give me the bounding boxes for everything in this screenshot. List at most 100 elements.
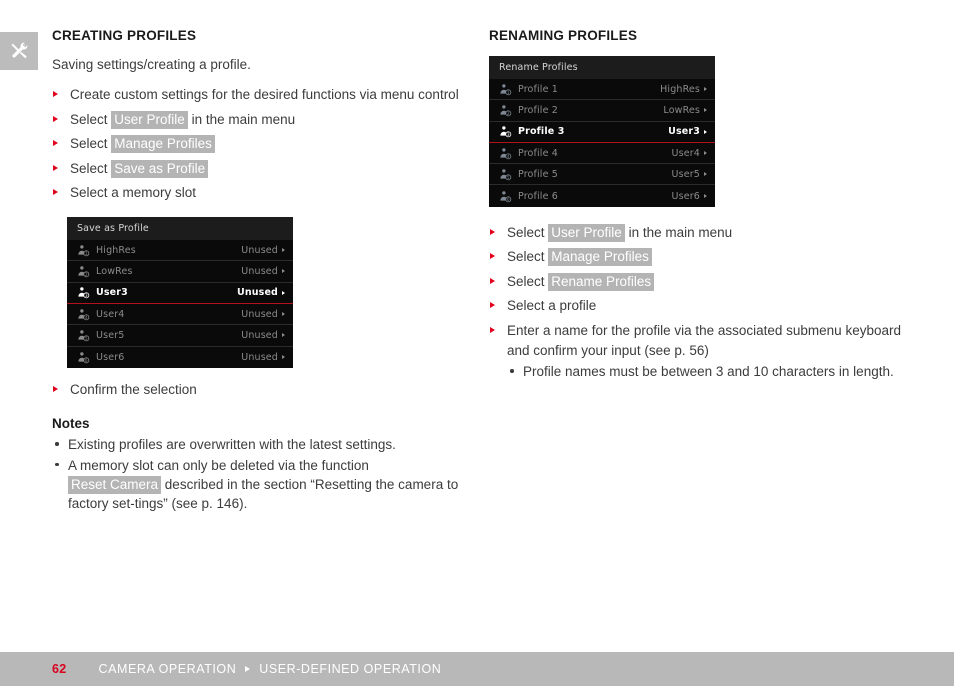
- user-profile-3-icon: 3: [499, 125, 512, 138]
- profile-row-selected[interactable]: 3 Profile 3 User3: [489, 122, 715, 143]
- profile-value: User4: [671, 147, 700, 159]
- screen-header: Save as Profile: [67, 217, 293, 241]
- chevron-right-icon: [282, 290, 285, 295]
- user-profile-5-icon: 5: [77, 329, 90, 342]
- screen-row-list: 1 HighRes Unused 2 LowRes Unused 3 User3: [67, 240, 293, 368]
- bullet-dot-icon: [510, 369, 514, 373]
- chevron-right-icon: [704, 194, 707, 199]
- user-profile-5-icon: 5: [499, 168, 512, 181]
- profile-label: Profile 5: [518, 168, 558, 180]
- svg-text:6: 6: [507, 197, 510, 202]
- page-footer: 62 CAMERA OPERATION USER-DEFINED OPERATI…: [0, 652, 954, 686]
- step-text: Select: [507, 224, 549, 240]
- profile-value: LowRes: [663, 104, 700, 116]
- slot-label: HighRes: [96, 244, 136, 256]
- bullet-dot-icon: [55, 442, 59, 446]
- svg-text:2: 2: [85, 272, 88, 277]
- chevron-right-icon: [704, 129, 707, 134]
- user-profile-6-icon: 6: [77, 351, 90, 364]
- note-text: Existing profiles are overwritten with t…: [68, 437, 396, 453]
- page-title-creating-profiles: CREATING PROFILES: [52, 28, 197, 43]
- confirm-step-list: Confirm the selection: [52, 380, 464, 400]
- svg-text:5: 5: [85, 336, 88, 341]
- profile-slot-row[interactable]: 2 LowRes Unused: [67, 261, 293, 283]
- left-column: CREATING PROFILES Saving settings/creati…: [52, 28, 464, 514]
- user-profile-4-icon: 4: [77, 308, 90, 321]
- chevron-right-icon: [704, 172, 707, 177]
- profile-row[interactable]: 6 Profile 6 User6: [489, 185, 715, 206]
- menu-chip-save-as-profile[interactable]: Save as Profile: [111, 159, 209, 178]
- notes-heading: Notes: [52, 416, 90, 432]
- user-profile-1-icon: 1: [499, 83, 512, 96]
- bullet-triangle-icon: [490, 302, 495, 309]
- svg-text:2: 2: [507, 111, 510, 116]
- profile-slot-row[interactable]: 5 User5 Unused: [67, 325, 293, 347]
- chevron-right-icon: [282, 355, 285, 360]
- creating-profiles-lead: Saving settings/creating a profile.: [52, 57, 251, 72]
- profile-slot-row-selected[interactable]: 3 User3 Unused: [67, 283, 293, 304]
- slot-value: Unused: [241, 265, 278, 277]
- chevron-right-icon: [282, 312, 285, 317]
- renaming-profiles-steps: Select User Profile in the main menu Sel…: [489, 223, 901, 382]
- menu-chip-rename-profiles[interactable]: Rename Profiles: [548, 272, 655, 291]
- svg-text:3: 3: [85, 293, 88, 298]
- profile-label: Profile 4: [518, 147, 558, 159]
- slot-label: User5: [96, 329, 125, 341]
- profile-row[interactable]: 5 Profile 5 User5: [489, 164, 715, 186]
- menu-chip-reset-camera[interactable]: Reset Camera: [68, 475, 162, 494]
- profile-label: Profile 1: [518, 83, 558, 95]
- slot-label: User4: [96, 308, 125, 320]
- right-column: RENAMING PROFILES Rename Profiles 1 Prof…: [489, 28, 901, 387]
- profile-slot-row[interactable]: 4 User4 Unused: [67, 304, 293, 326]
- slot-value: Unused: [241, 329, 278, 341]
- slot-label: User6: [96, 351, 125, 363]
- step-item: Create custom settings for the desired f…: [52, 85, 464, 105]
- slot-value: Unused: [236, 287, 278, 299]
- tools-icon: [9, 41, 29, 61]
- svg-text:1: 1: [507, 90, 510, 95]
- breadcrumb-section: USER-DEFINED OPERATION: [259, 662, 442, 676]
- svg-text:6: 6: [85, 358, 88, 363]
- chevron-right-icon: [704, 87, 707, 92]
- bullet-triangle-icon: [53, 115, 58, 122]
- step-text: Create custom settings for the desired f…: [70, 87, 459, 103]
- profile-value: User3: [668, 126, 700, 138]
- menu-chip-user-profile[interactable]: User Profile: [548, 223, 625, 242]
- profile-slot-row[interactable]: 6 User6 Unused: [67, 347, 293, 368]
- bullet-dot-icon: [55, 462, 59, 467]
- step-text: Select a memory slot: [70, 185, 197, 201]
- bullet-triangle-icon: [53, 385, 58, 392]
- user-profile-6-icon: 6: [499, 190, 512, 203]
- profile-row[interactable]: 4 Profile 4 User4: [489, 143, 715, 165]
- slot-label: User3: [96, 287, 128, 299]
- profile-slot-row[interactable]: 1 HighRes Unused: [67, 240, 293, 262]
- breadcrumb-chapter: CAMERA OPERATION: [98, 662, 237, 676]
- menu-chip-manage-profiles[interactable]: Manage Profiles: [548, 248, 652, 267]
- breadcrumb: CAMERA OPERATION USER-DEFINED OPERATION: [99, 662, 442, 676]
- chevron-right-icon: [282, 333, 285, 338]
- svg-text:1: 1: [85, 251, 88, 256]
- step-item: Select Manage Profiles: [52, 134, 464, 154]
- bullet-triangle-icon: [490, 253, 495, 260]
- chapter-tab[interactable]: [0, 32, 38, 70]
- step-item: Select User Profile in the main menu: [489, 223, 901, 243]
- step-item: Select Rename Profiles: [489, 272, 901, 292]
- step-item: Select a profile: [489, 296, 901, 316]
- profile-row[interactable]: 2 Profile 2 LowRes: [489, 100, 715, 122]
- rename-profiles-screen[interactable]: Rename Profiles 1 Profile 1 HighRes 2 Pr…: [489, 56, 715, 207]
- menu-chip-manage-profiles[interactable]: Manage Profiles: [111, 135, 215, 154]
- profile-label: Profile 2: [518, 104, 558, 116]
- profile-row[interactable]: 1 Profile 1 HighRes: [489, 79, 715, 101]
- step-text: Select: [507, 273, 549, 289]
- subnote-text: Profile names must be between 3 and 10 c…: [523, 364, 894, 380]
- menu-chip-user-profile[interactable]: User Profile: [111, 110, 188, 129]
- svg-text:5: 5: [507, 175, 510, 180]
- step-item: Confirm the selection: [52, 380, 464, 400]
- svg-text:4: 4: [85, 315, 88, 320]
- save-as-profile-screen[interactable]: Save as Profile 1 HighRes Unused 2 LowRe…: [67, 217, 293, 368]
- notes-list: Existing profiles are overwritten with t…: [52, 435, 464, 513]
- bullet-triangle-icon: [490, 277, 495, 284]
- chevron-right-icon: [282, 248, 285, 253]
- bullet-triangle-icon: [490, 327, 495, 334]
- bullet-triangle-icon: [53, 164, 58, 171]
